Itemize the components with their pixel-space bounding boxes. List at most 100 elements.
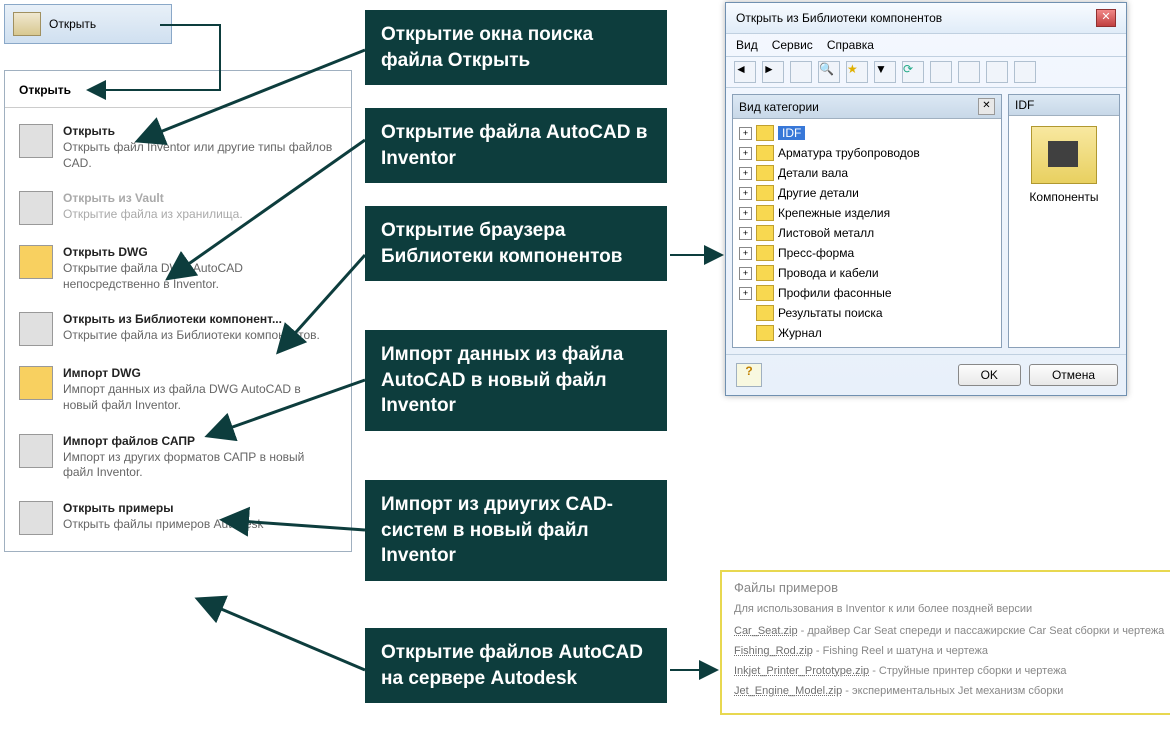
component-folder-icon[interactable]: [1031, 126, 1097, 184]
library-icon: [19, 312, 53, 346]
menu-item-title: Импорт файлов САПР: [63, 434, 337, 448]
tree-item[interactable]: +IDF: [739, 123, 995, 143]
menu-view[interactable]: Вид: [736, 38, 758, 52]
expand-icon[interactable]: +: [739, 167, 752, 180]
menu-help[interactable]: Справка: [827, 38, 874, 52]
menu-item-desc: Открытие файла из хранилища.: [63, 207, 243, 223]
category-icon: [756, 265, 774, 281]
menu-item-desc: Импорт из других форматов САПР в новый ф…: [63, 450, 337, 481]
sample-desc: - экспериментальных Jet механизм сборки: [842, 685, 1063, 697]
category-icon: [756, 245, 774, 261]
tree-item[interactable]: + Детали вала: [739, 163, 995, 183]
view-grid-icon[interactable]: [958, 61, 980, 83]
back-icon[interactable]: ◄: [734, 61, 756, 83]
menu-item-open-dwg[interactable]: Открыть DWG Открытие файла DWG AutoCAD н…: [5, 235, 351, 302]
favorite-icon[interactable]: ★: [846, 61, 868, 83]
content-panel: IDF Компоненты: [1008, 94, 1120, 348]
folder-icon: [13, 12, 41, 36]
expand-icon[interactable]: +: [739, 267, 752, 280]
category-tree[interactable]: +IDF+Арматура трубопроводов+Детали вала+…: [733, 119, 1001, 347]
filter-icon[interactable]: ▼: [874, 61, 896, 83]
callout-2: Открытие файла AutoCAD в Inventor: [365, 108, 667, 183]
menu-item-title: Открыть из Библиотеки компонент...: [63, 312, 320, 326]
library-dialog: Открыть из Библиотеки компонентов ✕ Вид …: [725, 2, 1127, 396]
tree-item[interactable]: Журнал: [739, 323, 995, 343]
callout-3: Открытие браузера Библиотеки компонентов: [365, 206, 667, 281]
dwg-icon: [19, 245, 53, 279]
menu-item-desc: Открытие файла DWG AutoCAD непосредствен…: [63, 261, 337, 292]
sample-link[interactable]: Fishing_Rod.zip: [734, 645, 813, 657]
menu-item-import-cad[interactable]: Импорт файлов САПР Импорт из других форм…: [5, 424, 351, 491]
category-icon: [756, 325, 774, 341]
ribbon-open-button[interactable]: Открыть: [4, 4, 172, 44]
expand-icon[interactable]: +: [739, 147, 752, 160]
expand-icon[interactable]: +: [739, 207, 752, 220]
panel-close-icon[interactable]: ✕: [978, 98, 995, 115]
menu-item-desc: Открыть файлы примеров Autodesk: [63, 517, 264, 533]
search-icon[interactable]: 🔍: [818, 61, 840, 83]
category-icon: [756, 285, 774, 301]
view-list-icon[interactable]: [986, 61, 1008, 83]
expand-icon[interactable]: +: [739, 187, 752, 200]
menu-item-import-dwg[interactable]: Импорт DWG Импорт данных из файла DWG Au…: [5, 356, 351, 423]
tree-item[interactable]: +Профили фасонные: [739, 283, 995, 303]
tree-item[interactable]: + Арматура трубопроводов: [739, 143, 995, 163]
forward-icon[interactable]: ►: [762, 61, 784, 83]
tree-header: Вид категории: [739, 100, 819, 114]
open-menu-header: Открыть: [5, 77, 351, 108]
home-icon[interactable]: [790, 61, 812, 83]
tree-item-label: Детали вала: [778, 166, 848, 180]
menu-item-title: Открыть DWG: [63, 245, 337, 259]
library-title: Открыть из Библиотеки компонентов: [736, 11, 942, 25]
ok-button[interactable]: OK: [958, 364, 1021, 386]
tree-item-label: Провода и кабели: [778, 266, 879, 280]
category-icon: [756, 205, 774, 221]
samples-icon: [19, 501, 53, 535]
folder-icon: [19, 124, 53, 158]
vault-icon: [19, 191, 53, 225]
menu-item-desc: Открыть файл Inventor или другие типы фа…: [63, 140, 337, 171]
category-icon: [756, 165, 774, 181]
category-icon: [756, 145, 774, 161]
menu-item-open-library[interactable]: Открыть из Библиотеки компонент... Откры…: [5, 302, 351, 356]
category-icon: [756, 305, 774, 321]
library-toolbar: ◄ ► 🔍 ★ ▼ ⟳: [726, 56, 1126, 88]
library-menubar: Вид Сервис Справка: [726, 34, 1126, 56]
sample-link[interactable]: Jet_Engine_Model.zip: [734, 685, 842, 697]
refresh-icon[interactable]: ⟳: [902, 61, 924, 83]
sample-row: Car_Seat.zip - драйвер Car Seat спереди …: [734, 625, 1166, 637]
tree-item[interactable]: +Пресс-форма: [739, 243, 995, 263]
category-icon: [756, 225, 774, 241]
menu-item-open-samples[interactable]: Открыть примеры Открыть файлы примеров A…: [5, 491, 351, 545]
expand-icon[interactable]: +: [739, 227, 752, 240]
menu-item-desc: Импорт данных из файла DWG AutoCAD в нов…: [63, 382, 337, 413]
sample-row: Fishing_Rod.zip - Fishing Reel и шатуна …: [734, 645, 1166, 657]
expand-icon[interactable]: +: [739, 247, 752, 260]
sample-link[interactable]: Inkjet_Printer_Prototype.zip: [734, 665, 869, 677]
category-icon: [756, 185, 774, 201]
category-tree-panel: Вид категории ✕ +IDF+Арматура трубопрово…: [732, 94, 1002, 348]
view-detail-icon[interactable]: [1014, 61, 1036, 83]
tree-item[interactable]: +Другие детали: [739, 183, 995, 203]
help-button[interactable]: ?: [736, 363, 762, 387]
menu-service[interactable]: Сервис: [772, 38, 813, 52]
cancel-button[interactable]: Отмена: [1029, 364, 1118, 386]
open-menu-panel: Открыть Открыть Открыть файл Inventor ил…: [4, 70, 352, 552]
sample-desc: - драйвер Car Seat спереди и пассажирски…: [798, 625, 1165, 637]
sample-link[interactable]: Car_Seat.zip: [734, 625, 798, 637]
expand-icon[interactable]: +: [739, 287, 752, 300]
expand-icon[interactable]: +: [739, 127, 752, 140]
callout-5: Импорт из дриугих CAD-систем в новый фай…: [365, 480, 667, 581]
tree-item[interactable]: Результаты поиска: [739, 303, 995, 323]
history-icon[interactable]: [930, 61, 952, 83]
tree-item-label: Арматура трубопроводов: [778, 146, 920, 160]
close-button[interactable]: ✕: [1096, 9, 1116, 27]
menu-item-open[interactable]: Открыть Открыть файл Inventor или другие…: [5, 114, 351, 181]
tree-item[interactable]: + Провода и кабели: [739, 263, 995, 283]
menu-item-title: Открыть: [63, 124, 337, 138]
menu-item-open-vault[interactable]: Открыть из Vault Открытие файла из храни…: [5, 181, 351, 235]
sample-row: Inkjet_Printer_Prototype.zip - Струйные …: [734, 665, 1166, 677]
tree-item[interactable]: +Крепежные изделия: [739, 203, 995, 223]
ribbon-open-label: Открыть: [49, 17, 96, 31]
tree-item[interactable]: +Листовой металл: [739, 223, 995, 243]
